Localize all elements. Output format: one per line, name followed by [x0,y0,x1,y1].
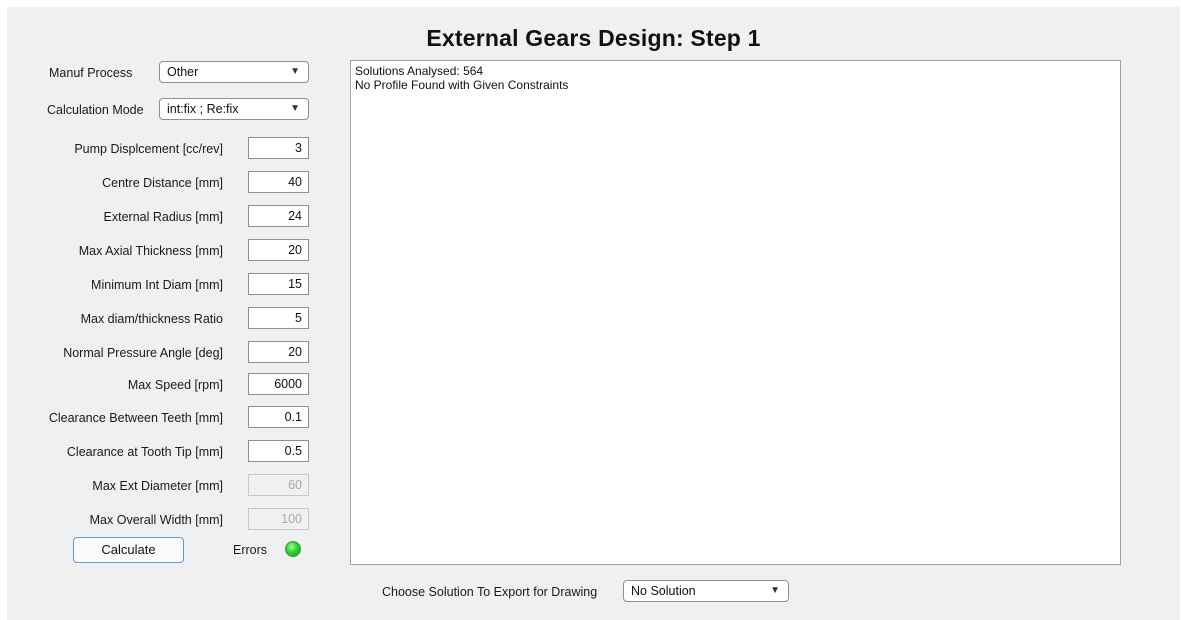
external-radius-input[interactable]: 24 [248,205,309,227]
field-label: Max Overall Width [mm] [89,513,223,527]
field-label: Max Speed [rpm] [127,378,223,392]
max-diam-thickness-ratio-input[interactable]: 5 [248,307,309,329]
results-textarea[interactable]: Solutions Analysed: 564 No Profile Found… [350,60,1121,565]
field-label: Max Axial Thickness [mm] [78,244,223,258]
centre-distance-input[interactable]: 40 [248,171,309,193]
calc-mode-dropdown[interactable]: int:fix ; Re:fix ▼ [159,98,309,120]
chevron-down-icon: ▼ [290,103,300,114]
clearance-between-teeth-input[interactable]: 0.1 [248,406,309,428]
errors-label: Errors [233,543,268,557]
field-label: Clearance Between Teeth [mm] [48,411,223,425]
manuf-process-dropdown[interactable]: Other ▼ [159,61,309,83]
errors-status-lamp [285,541,301,557]
export-label: Choose Solution To Export for Drawing [382,585,598,599]
chevron-down-icon: ▼ [770,585,780,596]
calculate-button[interactable]: Calculate [73,537,184,563]
main-panel: External Gears Design: Step 1 Manuf Proc… [7,7,1180,620]
results-line: Solutions Analysed: 564 [355,64,484,78]
export-solution-dropdown[interactable]: No Solution ▼ [623,580,789,602]
calc-mode-value: int:fix ; Re:fix [167,102,239,116]
max-overall-width-input: 100 [248,508,309,530]
chevron-down-icon: ▼ [290,66,300,77]
field-label: Max diam/thickness Ratio [80,312,223,326]
max-axial-thickness-input[interactable]: 20 [248,239,309,261]
minimum-int-diam-input[interactable]: 15 [248,273,309,295]
manuf-process-label: Manuf Process [49,66,133,80]
field-label: Centre Distance [mm] [102,176,223,190]
field-label: Normal Pressure Angle [deg] [63,346,223,360]
field-label: Minimum Int Diam [mm] [91,278,223,292]
results-line: No Profile Found with Given Constraints [355,78,569,92]
clearance-tooth-tip-input[interactable]: 0.5 [248,440,309,462]
manuf-process-value: Other [167,65,199,79]
field-label: Max Ext Diameter [mm] [92,479,223,493]
field-label: External Radius [mm] [103,210,223,224]
max-ext-diameter-input: 60 [248,474,309,496]
field-label: Pump Displcement [cc/rev] [74,142,223,156]
calc-mode-label: Calculation Mode [47,103,144,117]
field-label: Clearance at Tooth Tip [mm] [66,445,223,459]
pump-displacement-input[interactable]: 3 [248,137,309,159]
export-solution-value: No Solution [631,584,696,598]
max-speed-input[interactable]: 6000 [248,373,309,395]
page-title: External Gears Design: Step 1 [426,25,761,51]
normal-pressure-angle-input[interactable]: 20 [248,341,309,363]
